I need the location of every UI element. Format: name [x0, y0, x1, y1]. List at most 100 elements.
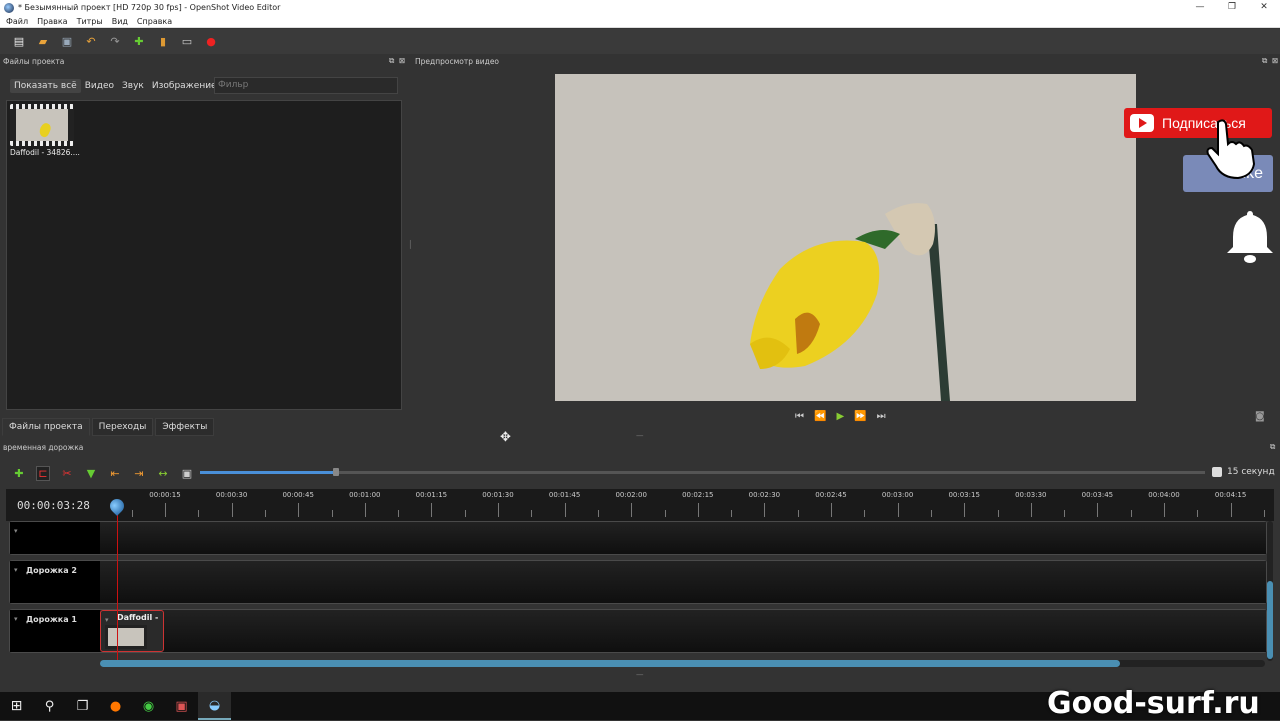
search-icon[interactable]: ⚲	[33, 692, 66, 720]
files-filter-input[interactable]: Фильр	[214, 77, 398, 94]
ruler-tick-label: 00:01:00	[349, 491, 381, 499]
track-body[interactable]	[100, 610, 1266, 652]
razor-icon[interactable]: ✂	[60, 467, 74, 480]
previous-marker-icon[interactable]: ⇤	[108, 467, 122, 480]
daffodil-frame	[555, 74, 1136, 401]
menu-edit[interactable]: Правка	[37, 17, 67, 26]
menu-help[interactable]: Справка	[137, 17, 172, 26]
minimize-button[interactable]: —	[1184, 0, 1216, 15]
ruler-tick	[831, 503, 832, 517]
windows-start-icon[interactable]: ⊞	[0, 692, 33, 720]
filter-image[interactable]: Изображение	[148, 79, 221, 93]
ruler-tick	[498, 503, 499, 517]
ruler-tick-label: 00:02:45	[815, 491, 847, 499]
filter-audio[interactable]: Звук	[118, 79, 148, 93]
playhead-line	[117, 512, 118, 660]
add-track-icon[interactable]: ✚	[12, 467, 26, 480]
timeline-float-icon[interactable]: ⧉	[1270, 442, 1275, 452]
files-list[interactable]: Daffodil - 34826....	[6, 100, 402, 410]
track-body[interactable]	[100, 561, 1266, 603]
splitter-handle[interactable]: │	[408, 240, 413, 249]
import-files-icon[interactable]: ✚	[132, 35, 146, 49]
ruler-tick	[165, 503, 166, 517]
timeline-clip[interactable]: ▾ Daffodil - ...	[100, 610, 164, 652]
camera-snapshot-icon[interactable]: ◙	[1255, 411, 1265, 422]
firefox-icon[interactable]: ●	[99, 692, 132, 720]
snapping-icon[interactable]: ⊏	[36, 465, 50, 481]
menu-bar: Файл Правка Титры Вид Справка	[0, 15, 1280, 28]
task-view-icon[interactable]: ❐	[66, 692, 99, 720]
preview-close-icon[interactable]: ⊠	[1272, 56, 1278, 65]
zoom-in-icon[interactable]	[1212, 467, 1222, 477]
ruler-tick	[997, 510, 999, 517]
files-panel-float-icon[interactable]: ⧉	[389, 56, 394, 66]
ruler-tick	[398, 510, 400, 517]
app-icon[interactable]: ▣	[165, 692, 198, 720]
close-button[interactable]: ✕	[1248, 0, 1280, 15]
menu-titles[interactable]: Титры	[77, 17, 103, 26]
scrollbar-thumb[interactable]	[1267, 581, 1273, 659]
undo-icon[interactable]: ↶	[84, 35, 98, 49]
ruler-tick-label: 00:00:15	[149, 491, 181, 499]
track-collapse-icon[interactable]: ▾	[14, 566, 18, 574]
video-preview[interactable]	[555, 74, 1136, 401]
menu-view[interactable]: Вид	[112, 17, 128, 26]
window-titlebar: * Безымянный проект [HD 720p 30 fps] - O…	[0, 0, 1280, 15]
fullscreen-icon[interactable]: ▭	[180, 35, 194, 49]
chrome-icon[interactable]: ◉	[132, 692, 165, 720]
play-icon[interactable]: ▶	[836, 411, 844, 422]
files-panel-close-icon[interactable]: ⊠	[399, 56, 405, 65]
ruler-tick	[797, 510, 799, 517]
track-3[interactable]: ▾	[9, 521, 1267, 555]
ruler-tick-label: 00:04:00	[1148, 491, 1180, 499]
timeline-vertical-scrollbar[interactable]	[1267, 521, 1273, 661]
track-collapse-icon[interactable]: ▾	[14, 615, 18, 623]
track-2[interactable]: ▾ Дорожка 2	[9, 560, 1267, 604]
new-project-icon[interactable]: ▤	[12, 35, 26, 49]
menu-file[interactable]: Файл	[6, 17, 28, 26]
redo-icon[interactable]: ↷	[108, 35, 122, 49]
track-1[interactable]: ▾ Дорожка 1	[9, 609, 1267, 653]
ruler-tick	[697, 503, 699, 517]
maximize-button[interactable]: ❐	[1216, 0, 1248, 15]
tab-effects[interactable]: Эффекты	[155, 418, 215, 436]
zoom-out-icon[interactable]: ▣	[180, 467, 194, 480]
fast-forward-icon[interactable]: ⏩	[854, 411, 866, 422]
ruler-tick	[897, 503, 899, 517]
track-header[interactable]: ▾	[10, 522, 100, 554]
jump-end-icon[interactable]: ⏭	[877, 411, 886, 422]
track-header[interactable]: ▾ Дорожка 1	[10, 610, 100, 652]
timeline-horizontal-scrollbar[interactable]	[100, 660, 1265, 667]
next-marker-icon[interactable]: ⇥	[132, 467, 146, 480]
splitter-handle[interactable]: —	[636, 670, 644, 679]
zoom-slider-handle[interactable]	[332, 468, 339, 476]
ruler-tick	[1164, 503, 1165, 517]
rewind-icon[interactable]: ⏪	[814, 411, 826, 422]
choose-profile-icon[interactable]: ▮	[156, 35, 170, 49]
preview-float-icon[interactable]: ⧉	[1262, 56, 1267, 66]
jump-start-icon[interactable]: ⏮	[795, 411, 804, 422]
scrollbar-thumb[interactable]	[100, 660, 1120, 667]
clip-menu-icon[interactable]: ▾	[105, 616, 109, 624]
center-playhead-icon[interactable]: ↔	[156, 467, 170, 480]
file-item[interactable]: Daffodil - 34826....	[10, 104, 80, 157]
tab-transitions[interactable]: Переходы	[91, 418, 154, 436]
ruler-tick	[930, 510, 932, 517]
add-marker-icon[interactable]: ▼	[84, 467, 98, 480]
export-video-icon[interactable]: ●	[204, 35, 218, 49]
tab-project-files[interactable]: Файлы проекта	[2, 418, 90, 436]
ruler-ticks: 00:00:15 00:00:30 00:00:45 00:01:00 00:01:15…	[100, 489, 1270, 521]
filter-video[interactable]: Видео	[81, 79, 118, 93]
splitter-handle[interactable]: —	[636, 431, 644, 440]
track-collapse-icon[interactable]: ▾	[14, 527, 18, 535]
track-header[interactable]: ▾ Дорожка 2	[10, 561, 100, 603]
file-thumbnail	[10, 104, 74, 146]
open-project-icon[interactable]: ▰	[36, 35, 50, 49]
save-project-icon[interactable]: ▣	[60, 35, 74, 49]
openshot-taskbar-icon[interactable]: ◒	[198, 692, 231, 720]
ruler-tick	[131, 510, 133, 517]
track-body[interactable]	[100, 522, 1266, 554]
timeline-zoom-slider[interactable]	[200, 468, 1205, 476]
filter-show-all[interactable]: Показать всё	[10, 79, 81, 93]
ruler-tick-label: 00:02:30	[748, 491, 781, 499]
